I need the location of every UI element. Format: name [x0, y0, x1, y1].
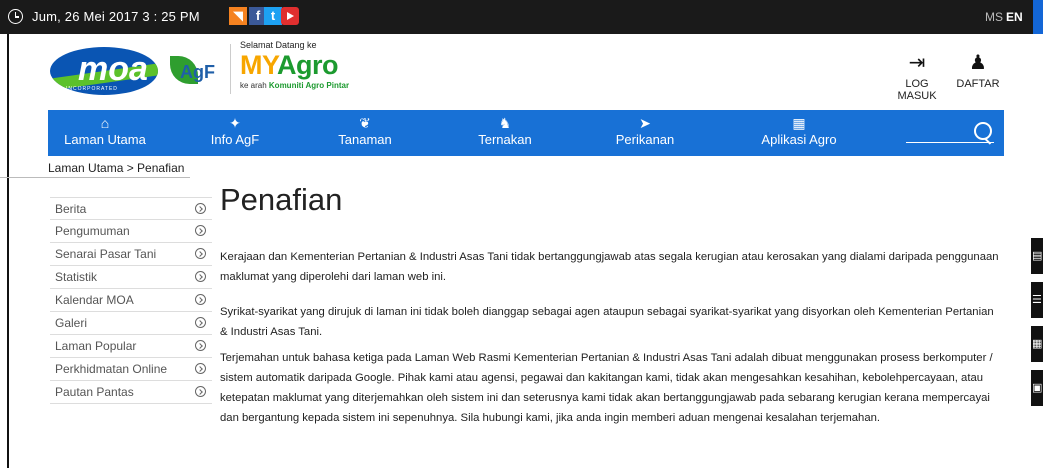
- moa-logo[interactable]: moa INCORPORATED: [50, 47, 158, 95]
- leaf-icon: ❦: [359, 115, 371, 131]
- chevron-right-icon: [195, 340, 206, 351]
- page-title: Penafian: [220, 182, 343, 217]
- breadcrumb-divider: [0, 177, 190, 178]
- login-icon: ⇥: [908, 52, 926, 74]
- nav-item-ternakan[interactable]: ♞ Ternakan: [470, 110, 540, 156]
- sitemap-icon[interactable]: ☰: [1031, 282, 1043, 318]
- disclaimer-paragraph-2: Syrikat-syarikat yang dirujuk di laman i…: [220, 306, 994, 338]
- nav-item-laman-utama[interactable]: ⌂ Laman Utama: [60, 110, 150, 156]
- sidebar-item-pengumuman[interactable]: Pengumuman: [50, 220, 212, 243]
- chevron-right-icon: [195, 271, 206, 282]
- myagro-tagline: ke arah Komuniti Agro Pintar: [240, 81, 350, 90]
- sidebar-item-berita[interactable]: Berita: [50, 197, 212, 220]
- news-icon[interactable]: ▣: [1031, 370, 1043, 406]
- lang-ms-link[interactable]: MS: [985, 10, 1003, 24]
- register-button[interactable]: ♟ DAFTAR: [956, 52, 1000, 90]
- search-input[interactable]: [906, 142, 994, 143]
- login-button[interactable]: ⇥ LOG MASUK: [888, 52, 946, 102]
- chevron-right-icon: [195, 248, 206, 259]
- cow-icon: ♞: [498, 115, 512, 131]
- home-icon: ⌂: [100, 115, 110, 131]
- lang-indicator: [1033, 0, 1043, 34]
- fish-icon: ➤: [639, 115, 651, 131]
- chevron-right-icon: [195, 294, 206, 305]
- rss-icon[interactable]: ◥: [229, 7, 247, 25]
- chevron-right-icon: [195, 386, 206, 397]
- sidebar-item-pautan-pantas[interactable]: Pautan Pantas: [50, 381, 212, 404]
- disclaimer-paragraph-3: Terjemahan untuk bahasa ketiga pada Lama…: [220, 352, 993, 424]
- nav-item-perikanan[interactable]: ➤ Perikanan: [605, 110, 685, 156]
- clock-icon: [8, 9, 23, 24]
- nav-item-info-agf[interactable]: ✦ Info AgF: [200, 110, 270, 156]
- page-frame-border: [7, 34, 9, 468]
- lang-en-link[interactable]: EN: [1006, 10, 1023, 24]
- myagro-logo[interactable]: MYAgro: [240, 50, 339, 81]
- logo-divider: [230, 44, 231, 94]
- agf-icon: ✦: [229, 115, 241, 131]
- sidebar-item-senarai-pasar-tani[interactable]: Senarai Pasar Tani: [50, 243, 212, 266]
- user-add-icon: ♟: [969, 52, 987, 74]
- breadcrumb[interactable]: Laman Utama > Penafian: [48, 161, 184, 175]
- chevron-right-icon: [195, 225, 206, 236]
- youtube-icon[interactable]: [281, 7, 299, 25]
- apps-icon: ▦: [792, 115, 806, 131]
- sidebar-item-galeri[interactable]: Galeri: [50, 312, 212, 335]
- sidebar-item-statistik[interactable]: Statistik: [50, 266, 212, 289]
- top-bar: Jum, 26 Mei 2017 3 : 25 PM ◥ f t MS EN: [0, 0, 1043, 34]
- sidebar: Berita Pengumuman Senarai Pasar Tani Sta…: [50, 197, 212, 404]
- chevron-right-icon: [195, 363, 206, 374]
- feedback-icon[interactable]: ▤: [1031, 238, 1043, 274]
- twitter-icon[interactable]: t: [264, 7, 282, 25]
- floating-toolbar: ▤ ☰ ▦ ▣: [1031, 238, 1043, 414]
- nav-item-aplikasi-agro[interactable]: ▦ Aplikasi Agro: [753, 110, 845, 156]
- current-datetime: Jum, 26 Mei 2017 3 : 25 PM: [32, 9, 200, 24]
- nav-item-tanaman[interactable]: ❦ Tanaman: [330, 110, 400, 156]
- sidebar-item-perkhidmatan-online[interactable]: Perkhidmatan Online: [50, 358, 212, 381]
- chevron-right-icon: [195, 317, 206, 328]
- agf-logo[interactable]: AgF: [164, 48, 226, 92]
- login-label: LOG MASUK: [897, 78, 937, 102]
- search-icon[interactable]: [974, 122, 992, 140]
- sidebar-item-kalendar-moa[interactable]: Kalendar MOA: [50, 289, 212, 312]
- main-nav: ⌂ Laman Utama ✦ Info AgF ❦ Tanaman ♞ Ter…: [48, 110, 1004, 156]
- chevron-right-icon: [195, 203, 206, 214]
- myagro-welcome: Selamat Datang ke: [240, 40, 317, 50]
- disclaimer-paragraph-1: Kerajaan dan Kementerian Pertanian & Ind…: [220, 251, 999, 283]
- register-label: DAFTAR: [956, 78, 1000, 90]
- sidebar-item-laman-popular[interactable]: Laman Popular: [50, 335, 212, 358]
- qr-code-icon[interactable]: ▦: [1031, 326, 1043, 362]
